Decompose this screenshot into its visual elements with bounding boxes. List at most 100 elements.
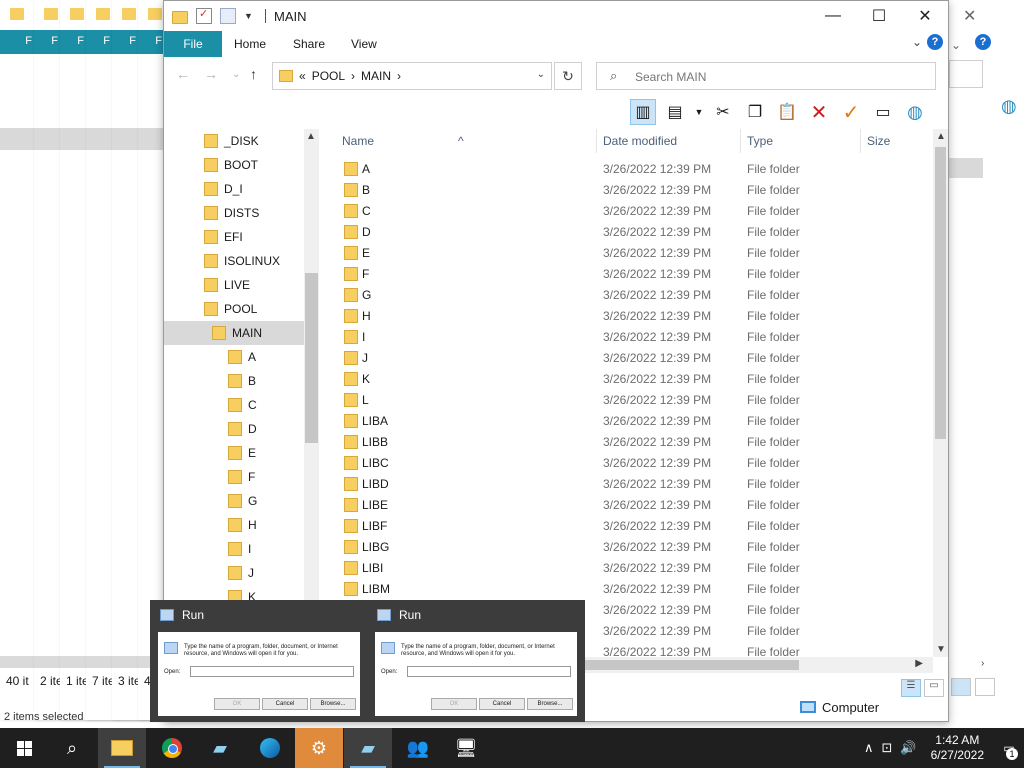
nav-item-live[interactable]: LIVE (164, 273, 304, 297)
copy-icon[interactable]: ❐ (742, 99, 768, 125)
cancel-button[interactable]: Cancel (262, 698, 308, 710)
nav-item-dists[interactable]: DISTS (164, 201, 304, 225)
tab-file[interactable]: F (138, 30, 166, 54)
preview-pane-icon[interactable]: ▥ (630, 99, 656, 125)
help-icon[interactable]: ? (975, 34, 991, 50)
nav-item-h[interactable]: H (164, 513, 304, 537)
horizontal-scrollbar[interactable] (86, 656, 114, 668)
horizontal-scrollbar[interactable] (60, 656, 88, 668)
tab-file[interactable]: F (0, 30, 36, 54)
shell-icon[interactable]: ◍ (902, 99, 928, 125)
taskbar-run[interactable]: ▰ (344, 728, 392, 768)
rename-icon[interactable]: ▭ (870, 99, 896, 125)
column-divider[interactable] (740, 129, 741, 153)
nav-scrollbar[interactable]: ▲ (304, 129, 319, 657)
file-row[interactable]: LIBF 3/26/2022 12:39 PM File folder (332, 516, 932, 537)
tab-file[interactable]: File (164, 31, 222, 57)
clock[interactable]: 1:42 AM 6/27/2022 (921, 733, 994, 763)
nav-scroll-thumb[interactable] (305, 273, 318, 443)
new-folder-icon[interactable] (220, 8, 236, 24)
scroll-down-icon[interactable]: ▼ (936, 644, 946, 655)
address-dropdown-icon[interactable]: ⌄ (537, 69, 545, 80)
file-row[interactable]: A 3/26/2022 12:39 PM File folder (332, 159, 932, 180)
horizontal-scrollbar[interactable] (112, 656, 140, 668)
details-view-icon[interactable] (951, 678, 971, 696)
scroll-thumb[interactable] (935, 147, 946, 439)
nav-item-disk[interactable]: _DISK (164, 129, 304, 153)
column-date-modified[interactable]: Date modified (603, 134, 677, 148)
column-type[interactable]: Type (747, 134, 773, 148)
taskbar-chrome[interactable] (148, 728, 196, 768)
file-row[interactable]: J 3/26/2022 12:39 PM File folder (332, 348, 932, 369)
nav-item-j[interactable]: J (164, 561, 304, 585)
file-row[interactable]: LIBD 3/26/2022 12:39 PM File folder (332, 474, 932, 495)
search-input[interactable]: Search MAIN (596, 62, 936, 90)
tab-file[interactable]: F (112, 30, 140, 54)
forward-arrow-icon[interactable]: → (204, 66, 218, 82)
open-input[interactable] (190, 666, 354, 677)
breadcrumb-main[interactable]: MAIN (361, 69, 391, 83)
expand-ribbon-icon[interactable]: ⌄ (912, 35, 922, 49)
scroll-up-icon[interactable]: ▲ (936, 131, 946, 142)
scroll-right-icon[interactable]: › (981, 658, 984, 669)
volume-icon[interactable]: 🔊 (896, 740, 920, 756)
close-icon[interactable]: ✕ (963, 6, 976, 26)
tab-home[interactable]: Home (222, 31, 278, 57)
shell-icon[interactable]: ◍ (1001, 96, 1017, 117)
nav-item-efi[interactable]: EFI (164, 225, 304, 249)
cut-icon[interactable]: ✂ (710, 99, 736, 125)
taskbar-computer-management[interactable]: 🖥 (442, 728, 490, 768)
details-view-icon[interactable]: ☰ (901, 679, 921, 697)
nav-item-isolinux[interactable]: ISOLINUX (164, 249, 304, 273)
file-row[interactable]: D 3/26/2022 12:39 PM File folder (332, 222, 932, 243)
scroll-right-icon[interactable]: ▶ (915, 658, 923, 669)
file-row[interactable]: LIBB 3/26/2022 12:39 PM File folder (332, 432, 932, 453)
paste-icon[interactable]: 📋 (774, 99, 800, 125)
nav-item-main[interactable]: MAIN (164, 321, 304, 345)
large-icons-view-icon[interactable] (975, 678, 995, 696)
tab-file[interactable]: F (86, 30, 114, 54)
navigation-pane[interactable]: _DISK BOOT D_I DISTS EFI ISOLINUX LIVE POOL MAIN… (164, 129, 319, 657)
maximize-button[interactable]: ☐ (856, 1, 902, 31)
file-row[interactable]: B 3/26/2022 12:39 PM File folder (332, 180, 932, 201)
close-button[interactable]: ✕ (902, 1, 948, 31)
nav-item-b[interactable]: B (164, 369, 304, 393)
file-row[interactable]: E 3/26/2022 12:39 PM File folder (332, 243, 932, 264)
run-dialog-preview[interactable]: Run Type the name of a program, folder, … (367, 600, 585, 722)
nav-item-a[interactable]: A (164, 345, 304, 369)
taskbar-user-accounts[interactable]: 👥 (394, 728, 442, 768)
breadcrumb-pool[interactable]: POOL (312, 69, 345, 83)
file-row[interactable]: LIBE 3/26/2022 12:39 PM File folder (332, 495, 932, 516)
nav-item-boot[interactable]: BOOT (164, 153, 304, 177)
tab-file[interactable]: F (60, 30, 88, 54)
nav-item-di[interactable]: D_I (164, 177, 304, 201)
taskbar-edge[interactable] (246, 728, 294, 768)
tab-share[interactable]: Share (281, 31, 337, 57)
file-row[interactable]: H 3/26/2022 12:39 PM File folder (332, 306, 932, 327)
title-bar[interactable]: ▼ MAIN — ☐ ✕ (164, 1, 948, 31)
taskbar-notepad[interactable]: ▰ (196, 728, 244, 768)
file-row[interactable]: C 3/26/2022 12:39 PM File folder (332, 201, 932, 222)
browse-button[interactable]: Browse... (527, 698, 573, 710)
scroll-up-icon[interactable]: ▲ (306, 131, 316, 142)
background-window-right[interactable]: ✕ ⌄ ? ◍ › (940, 0, 1024, 720)
nav-item-pool[interactable]: POOL (164, 297, 304, 321)
ok-button[interactable]: OK (431, 698, 477, 710)
taskbar-settings[interactable]: ⚙ (295, 728, 343, 768)
horizontal-scrollbar[interactable] (0, 656, 36, 668)
properties-icon[interactable] (196, 7, 212, 24)
back-arrow-icon[interactable]: ← (176, 66, 190, 82)
show-hidden-icons-icon[interactable]: ∧ (860, 740, 878, 756)
file-row[interactable]: F 3/26/2022 12:39 PM File folder (332, 264, 932, 285)
notifications-button[interactable]: ▭ 1 (994, 728, 1024, 768)
file-list[interactable]: ^ Name Date modified Type Size A 3/26/202… (332, 129, 933, 657)
search-button[interactable]: ⌕ (48, 728, 96, 768)
chevron-down-icon[interactable]: ⌄ (951, 38, 961, 52)
address-bar[interactable]: « POOL › MAIN › ⌄ (272, 62, 552, 90)
file-row[interactable]: LIBM 3/26/2022 12:39 PM File folder (332, 579, 932, 600)
dropdown-icon[interactable]: ▼ (694, 99, 704, 125)
open-input[interactable] (407, 666, 571, 677)
file-row[interactable]: LIBC 3/26/2022 12:39 PM File folder (332, 453, 932, 474)
network-icon[interactable]: ⊡ (878, 740, 897, 756)
file-row[interactable]: I 3/26/2022 12:39 PM File folder (332, 327, 932, 348)
